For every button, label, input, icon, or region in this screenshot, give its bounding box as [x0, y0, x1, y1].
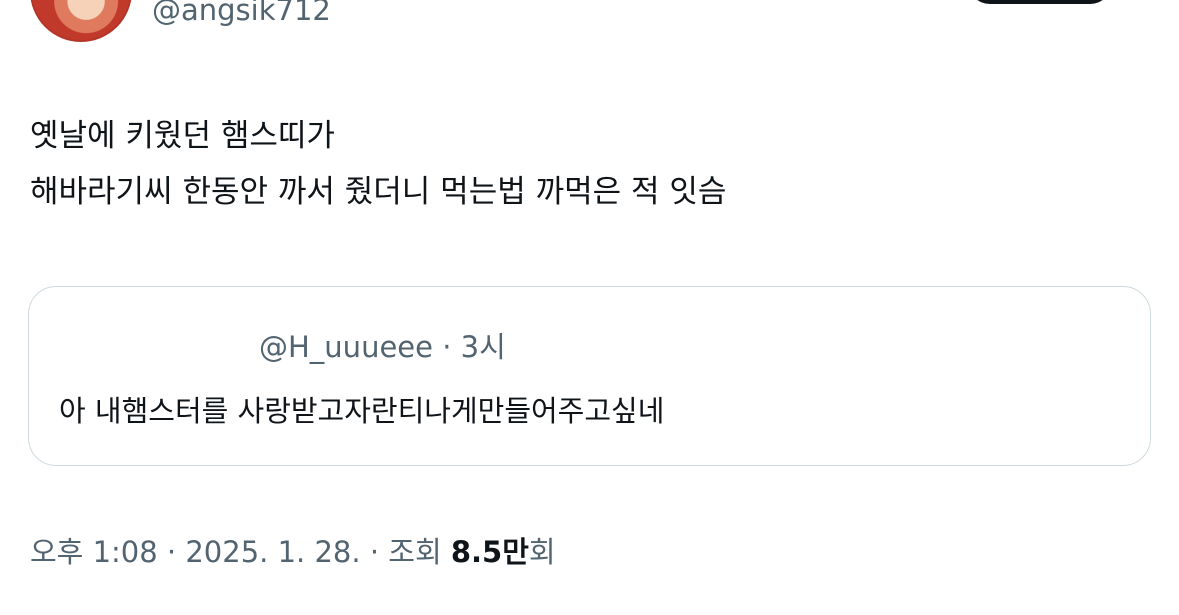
views-suffix: 회 — [528, 535, 556, 569]
tweet-text: 옛날에 키웠던 햄스띠가 해바라기씨 한동안 까서 줬더니 먹는법 까먹은 적 … — [30, 108, 726, 220]
quote-text: 아 내햄스터를 사랑받고자란티나게만들어주고싶네 — [59, 394, 665, 428]
separator: · — [360, 535, 389, 569]
author-handle[interactable]: @angsik712 — [152, 0, 331, 30]
tweet-meta: 오후 1:08 · 2025. 1. 28. · 조회 8.5만회 — [30, 532, 556, 572]
views-label: 조회 — [388, 535, 442, 569]
separator: · — [432, 330, 461, 364]
tweet-text-line: 옛날에 키웠던 햄스띠가 — [30, 118, 335, 154]
quote-header: @H_uuueee · 3시 — [259, 327, 506, 367]
views-count: 8.5만 — [450, 535, 529, 569]
separator: · — [157, 535, 186, 569]
quote-tweet-card[interactable]: @H_uuueee · 3시 아 내햄스터를 사랑받고자란티나게만들어주고싶네 — [28, 286, 1151, 466]
author-avatar[interactable] — [30, 0, 132, 42]
follow-button[interactable] — [968, 0, 1112, 4]
quote-author-handle[interactable]: @H_uuueee — [259, 330, 433, 364]
tweet-time[interactable]: 오후 1:08 — [30, 535, 158, 569]
tweet-text-line: 해바라기씨 한동안 까서 줬더니 먹는법 까먹은 적 잇슴 — [30, 174, 727, 210]
quote-timestamp[interactable]: 3시 — [461, 330, 506, 364]
tweet-detail: @angsik712 옛날에 키웠던 햄스띠가 해바라기씨 한동안 까서 줬더니… — [0, 0, 1179, 615]
tweet-date[interactable]: 2025. 1. 28. — [185, 535, 360, 569]
